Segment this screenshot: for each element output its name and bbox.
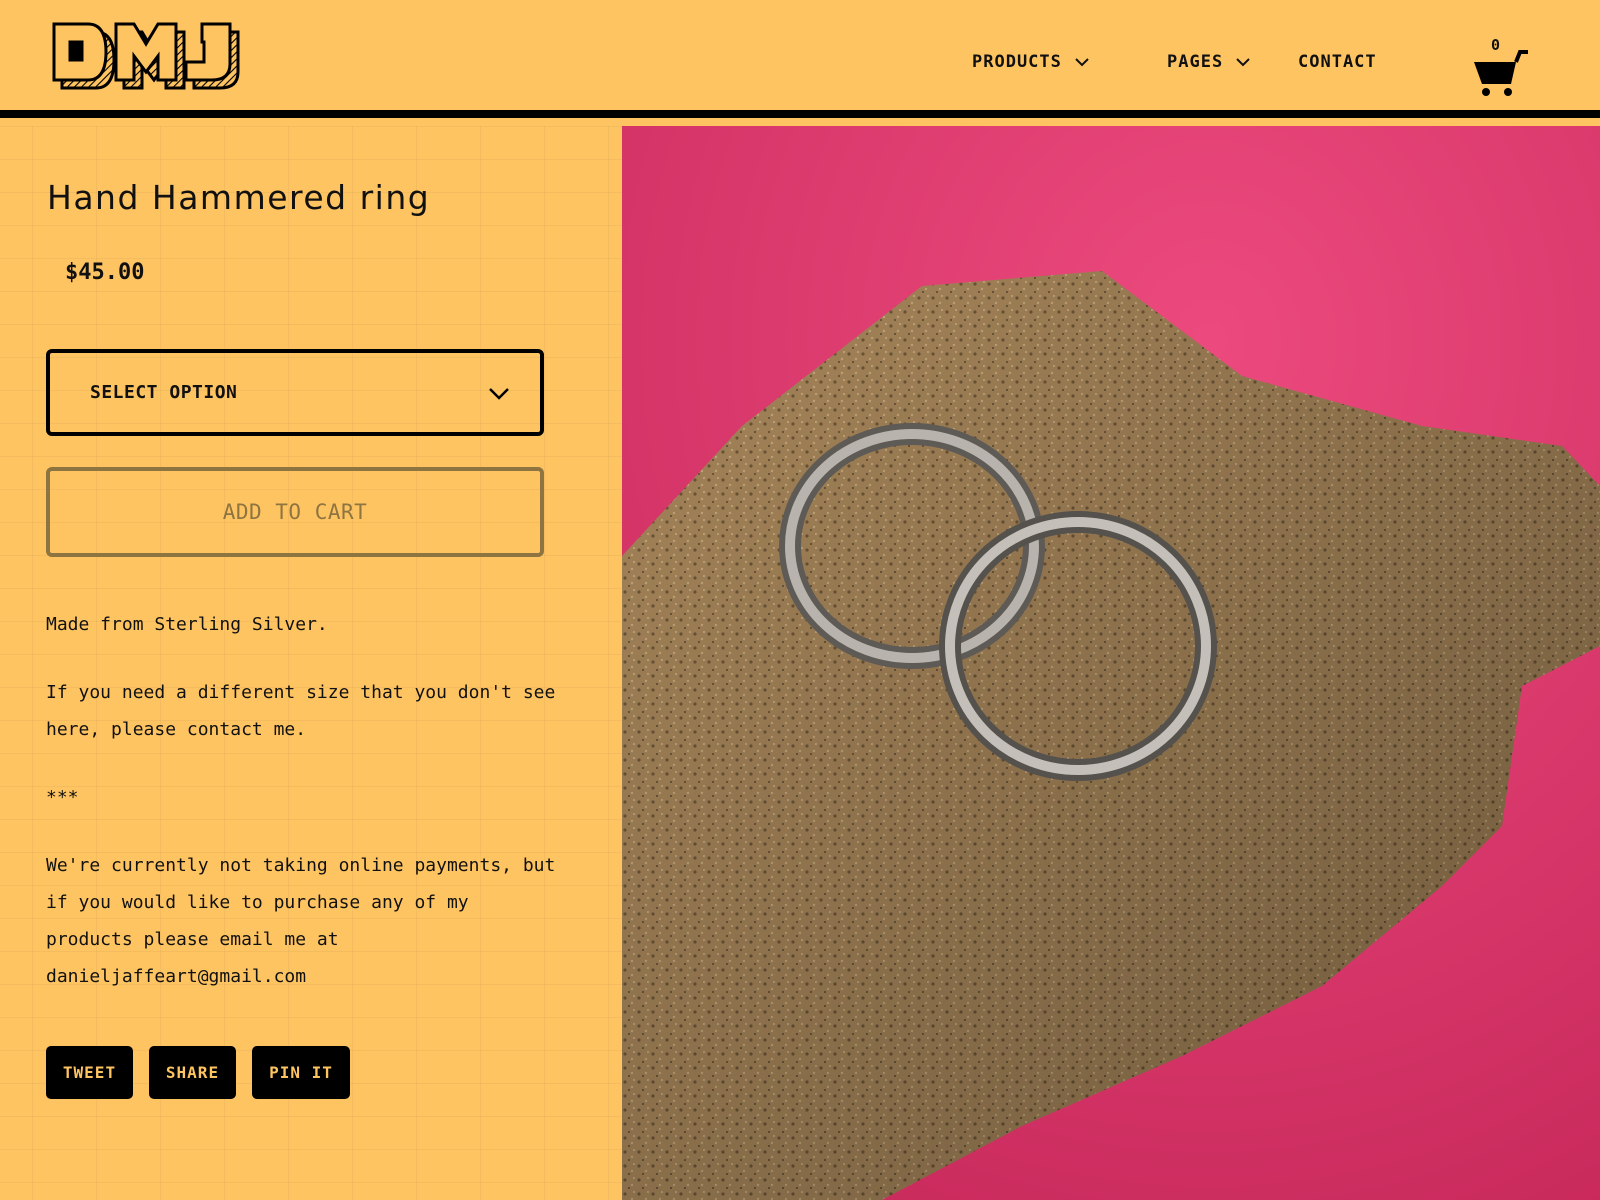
share-buttons: TWEET SHARE PIN IT (46, 1046, 350, 1099)
dmj-logo[interactable] (52, 22, 246, 96)
pin-it-label: PIN IT (269, 1063, 333, 1082)
product-price: $45.00 (65, 260, 145, 285)
nav-contact-label: CONTACT (1298, 52, 1377, 72)
nav-products-label: PRODUCTS (972, 52, 1062, 72)
nav-products[interactable]: PRODUCTS (972, 52, 1090, 72)
nav-contact[interactable]: CONTACT (1298, 52, 1377, 72)
nav-pages-label: PAGES (1167, 52, 1224, 72)
description-paragraph: If you need a different size that you do… (46, 682, 556, 740)
product-details: Hand Hammered ring $45.00 SELECT OPTION … (0, 126, 622, 1200)
chevron-down-icon (489, 388, 509, 400)
product-description: Made from Sterling Silver. If you need a… (46, 606, 566, 1026)
product-title: Hand Hammered ring (47, 178, 431, 217)
add-to-cart-button[interactable]: ADD TO CART (46, 467, 544, 557)
nav-pages[interactable]: PAGES (1167, 52, 1251, 72)
tweet-label: TWEET (62, 1063, 117, 1082)
cart-button[interactable]: 0 (1472, 34, 1532, 98)
pin-it-button[interactable]: PIN IT (252, 1046, 350, 1099)
product-photo[interactable] (622, 126, 1600, 1200)
chevron-down-icon (1236, 58, 1250, 67)
add-to-cart-label: ADD TO CART (222, 500, 368, 524)
site-header: PRODUCTS PAGES CONTACT 0 (0, 0, 1600, 118)
ring-photo-image (622, 126, 1600, 1200)
chevron-down-icon (1075, 58, 1089, 67)
option-select-label: SELECT OPTION (90, 382, 238, 403)
option-select[interactable]: SELECT OPTION (46, 349, 544, 436)
share-button[interactable]: SHARE (149, 1046, 236, 1099)
cart-icon (1474, 50, 1528, 96)
description-paragraph: *** (46, 787, 79, 808)
description-paragraph: We're currently not taking online paymen… (46, 855, 556, 987)
tweet-button[interactable]: TWEET (46, 1046, 133, 1099)
description-paragraph: Made from Sterling Silver. (46, 614, 328, 635)
share-label: SHARE (165, 1063, 220, 1082)
